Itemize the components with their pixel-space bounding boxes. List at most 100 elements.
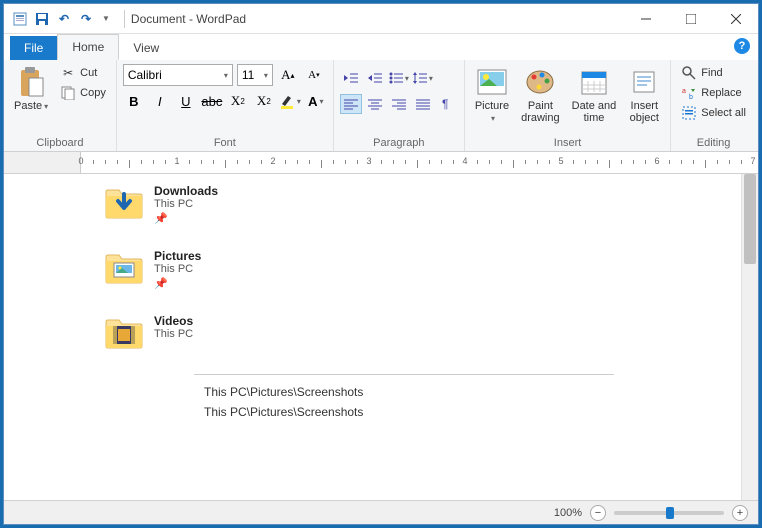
paste-icon xyxy=(15,66,47,98)
document-content[interactable]: DownloadsThis PC📌PicturesThis PC📌VideosT… xyxy=(4,174,741,500)
titlebar: ↶ ↷ ▼ Document - WordPad xyxy=(4,4,758,34)
cut-button[interactable]: ✂ Cut xyxy=(56,64,110,82)
folder-name: Videos xyxy=(154,314,193,328)
paragraph-group-label: Paragraph xyxy=(340,135,458,149)
svg-text:¶: ¶ xyxy=(442,98,448,110)
zoom-in-button[interactable]: + xyxy=(732,505,748,521)
datetime-button[interactable]: Date and time xyxy=(568,64,621,126)
find-icon xyxy=(681,65,697,81)
selectall-icon xyxy=(681,105,697,121)
group-clipboard: Paste▾ ✂ Cut Copy Clipboard xyxy=(4,60,117,151)
copy-button[interactable]: Copy xyxy=(56,84,110,102)
zoom-percent: 100% xyxy=(554,507,582,519)
editing-group-label: Editing xyxy=(677,135,750,149)
pin-icon: 📌 xyxy=(154,277,201,290)
ribbon-tabs: File Home View ? xyxy=(4,34,758,60)
quick-access-toolbar: ↶ ↷ ▼ xyxy=(4,11,118,27)
copy-label: Copy xyxy=(80,87,106,99)
grow-font-button[interactable]: A▴ xyxy=(277,64,299,86)
align-center-button[interactable] xyxy=(364,94,386,114)
document-area: DownloadsThis PC📌PicturesThis PC📌VideosT… xyxy=(4,174,758,500)
paint-icon xyxy=(524,66,556,98)
window-title: Document - WordPad xyxy=(131,12,246,26)
group-paragraph: ▾ ▾ ¶ Paragraph xyxy=(334,60,465,151)
subscript-button[interactable]: X2 xyxy=(227,90,249,112)
folder-item[interactable]: VideosThis PC xyxy=(104,314,741,350)
ribbon: Paste▾ ✂ Cut Copy Clipboard xyxy=(4,60,758,152)
paint-drawing-button[interactable]: Paint drawing xyxy=(517,64,564,126)
divider xyxy=(194,374,614,375)
folder-icon xyxy=(104,314,144,350)
scroll-thumb[interactable] xyxy=(744,174,756,264)
font-size-combo[interactable]: 11▾ xyxy=(237,64,273,86)
increase-indent-button[interactable] xyxy=(364,68,386,88)
paste-label: Paste xyxy=(14,100,42,112)
clipboard-group-label: Clipboard xyxy=(10,135,110,149)
svg-text:a: a xyxy=(682,88,686,95)
save-icon[interactable] xyxy=(34,11,50,27)
insert-group-label: Insert xyxy=(471,135,664,149)
tab-home[interactable]: Home xyxy=(57,34,119,60)
paste-button[interactable]: Paste▾ xyxy=(10,64,52,114)
help-icon[interactable]: ? xyxy=(734,38,750,54)
wordpad-window: ↶ ↷ ▼ Document - WordPad File Home View … xyxy=(3,3,759,525)
folder-icon xyxy=(104,249,144,285)
align-left-button[interactable] xyxy=(340,94,362,114)
selectall-button[interactable]: Select all xyxy=(677,104,750,122)
ruler[interactable]: 01234567 xyxy=(4,152,758,174)
folder-item[interactable]: DownloadsThis PC📌 xyxy=(104,184,741,225)
superscript-button[interactable]: X2 xyxy=(253,90,275,112)
redo-icon[interactable]: ↷ xyxy=(78,11,94,27)
paragraph-dialog-button[interactable]: ¶ xyxy=(436,94,458,114)
zoom-slider-thumb[interactable] xyxy=(666,507,674,519)
qat-dropdown-icon[interactable]: ▼ xyxy=(102,14,110,23)
group-font: Calibri▾ 11▾ A▴ A▾ B I U abc X2 X2 ▾ xyxy=(117,60,334,151)
text-highlight-button[interactable]: ▾ xyxy=(279,90,301,112)
picture-button[interactable]: Picture▾ xyxy=(471,64,513,126)
vertical-scrollbar[interactable] xyxy=(741,174,758,500)
align-right-button[interactable] xyxy=(388,94,410,114)
cut-label: Cut xyxy=(80,67,97,79)
object-icon xyxy=(628,66,660,98)
svg-text:b: b xyxy=(689,94,693,100)
italic-button[interactable]: I xyxy=(149,90,171,112)
maximize-button[interactable] xyxy=(668,4,713,34)
strikethrough-button[interactable]: abc xyxy=(201,90,223,112)
divider xyxy=(124,10,125,28)
font-name-combo[interactable]: Calibri▾ xyxy=(123,64,233,86)
picture-icon xyxy=(476,66,508,98)
folder-icon xyxy=(104,184,144,220)
group-insert: Picture▾ Paint drawing Date and time Ins… xyxy=(465,60,671,151)
font-color-button[interactable]: A▾ xyxy=(305,90,327,112)
shrink-font-button[interactable]: A▾ xyxy=(303,64,325,86)
undo-icon[interactable]: ↶ xyxy=(56,11,72,27)
replace-icon: ab xyxy=(681,85,697,101)
minimize-button[interactable] xyxy=(623,4,668,34)
tab-view[interactable]: View xyxy=(119,36,173,60)
bullets-button[interactable]: ▾ xyxy=(388,68,410,88)
find-button[interactable]: Find xyxy=(677,64,750,82)
tab-file[interactable]: File xyxy=(10,36,57,60)
zoom-out-button[interactable]: − xyxy=(590,505,606,521)
bold-button[interactable]: B xyxy=(123,90,145,112)
line-spacing-button[interactable]: ▾ xyxy=(412,68,434,88)
insert-object-button[interactable]: Insert object xyxy=(624,64,664,126)
close-button[interactable] xyxy=(713,4,758,34)
folder-name: Downloads xyxy=(154,184,218,198)
calendar-icon xyxy=(578,66,610,98)
folder-item[interactable]: PicturesThis PC 📌 xyxy=(104,249,741,290)
statusbar: 100% − + xyxy=(4,500,758,524)
replace-button[interactable]: ab Replace xyxy=(677,84,750,102)
path-text: This PC\Pictures\Screenshots xyxy=(204,405,741,419)
underline-button[interactable]: U xyxy=(175,90,197,112)
justify-button[interactable] xyxy=(412,94,434,114)
folder-sub: This PC xyxy=(154,328,193,340)
group-editing: Find ab Replace Select all Editing xyxy=(671,60,756,151)
zoom-slider[interactable] xyxy=(614,511,724,515)
decrease-indent-button[interactable] xyxy=(340,68,362,88)
folder-sub: This PC xyxy=(154,198,218,210)
font-group-label: Font xyxy=(123,135,327,149)
folder-name: Pictures xyxy=(154,249,201,263)
folder-sub: This PC xyxy=(154,263,201,275)
copy-icon xyxy=(60,85,76,101)
